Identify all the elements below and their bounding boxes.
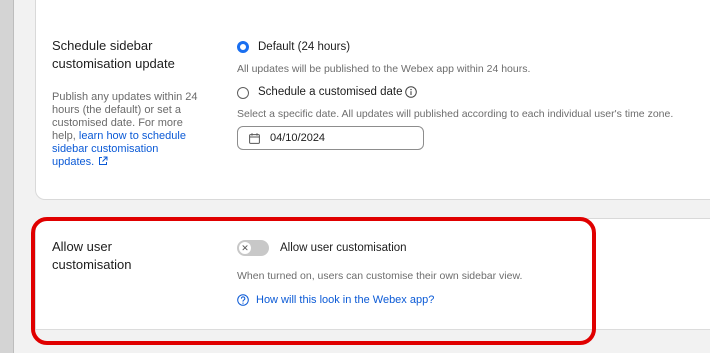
info-icon[interactable] (405, 86, 417, 98)
help-circle-icon (237, 294, 249, 306)
toggle-help-text: When turned on, users can customise thei… (237, 270, 523, 282)
left-panel-divider (13, 0, 14, 353)
radio-customised-date[interactable] (237, 87, 249, 99)
default-option-help: All updates will be published to the Web… (237, 63, 531, 75)
schedule-section-title: Schedule sidebar customisation update (52, 38, 175, 71)
external-link-icon (99, 156, 108, 165)
radio-default-24h[interactable] (237, 41, 249, 53)
date-value: 04/10/2024 (270, 132, 326, 144)
calendar-icon (249, 133, 260, 144)
toggle-label: Allow user customisation (280, 242, 407, 254)
schedule-section-description: Publish any updates within 24 hours (the… (52, 91, 202, 169)
allow-customisation-toggle[interactable]: ✕ (237, 240, 269, 256)
settings-page: Schedule sidebar customisation update Pu… (0, 0, 710, 353)
card-bottom-divider (35, 329, 710, 330)
radio-customised-label: Schedule a customised date (258, 86, 403, 98)
radio-default-label: Default (24 hours) (258, 41, 351, 53)
allow-section-title: Allow user customisation (52, 239, 132, 272)
close-x-icon: ✕ (239, 242, 251, 254)
left-panel-edge (0, 0, 13, 353)
webex-preview-link-text: How will this look in the Webex app? (256, 294, 435, 306)
customised-option-help: Select a specific date. All updates will… (237, 108, 674, 120)
date-picker-input[interactable]: 04/10/2024 (237, 126, 424, 150)
